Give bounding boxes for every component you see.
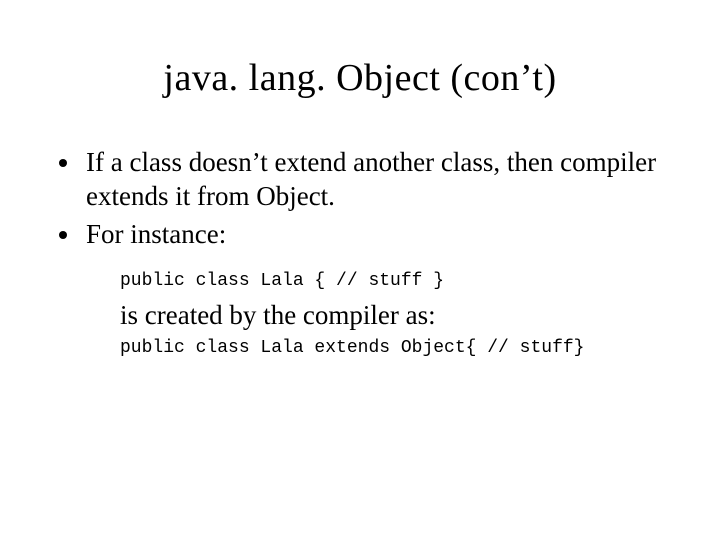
code-before: public class Lala { // stuff } <box>120 269 672 294</box>
bullet-list: If a class doesn’t extend another class,… <box>48 146 672 251</box>
bullet-item: For instance: <box>82 218 672 252</box>
slide: java. lang. Object (con’t) If a class do… <box>0 0 720 540</box>
code-after: public class Lala extends Object{ // stu… <box>120 336 672 361</box>
bullet-item: If a class doesn’t extend another class,… <box>82 146 672 214</box>
example-block: public class Lala { // stuff } is create… <box>120 269 672 360</box>
explain-text: is created by the compiler as: <box>120 298 672 333</box>
slide-title: java. lang. Object (con’t) <box>48 56 672 100</box>
